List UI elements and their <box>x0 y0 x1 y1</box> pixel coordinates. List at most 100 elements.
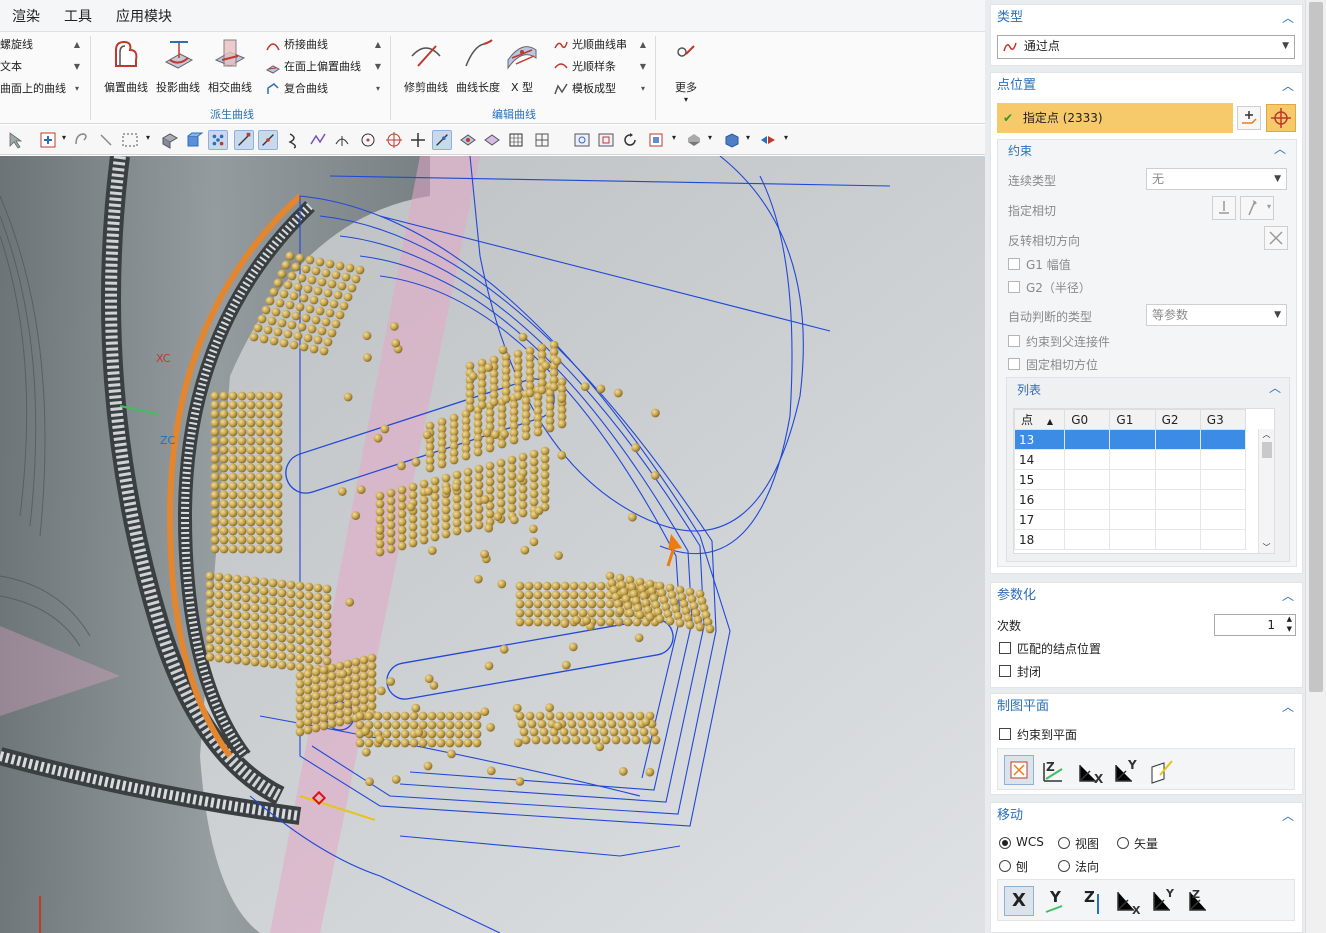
collapse-chevron-icon[interactable]: ︿ <box>1282 583 1294 609</box>
edit-scroll-up[interactable]: ▲ <box>638 34 648 56</box>
render-style-icon[interactable] <box>684 130 704 150</box>
xy-plane-icon[interactable]: Z <box>1040 757 1068 785</box>
trim-curve-button[interactable]: 修剪曲线 <box>400 36 452 95</box>
bounded-grid-snap-icon[interactable] <box>482 130 502 150</box>
table-row[interactable]: 18 <box>1014 529 1247 550</box>
point-location-header[interactable]: 点位置 ︿ <box>991 73 1302 99</box>
control-point-snap-icon[interactable] <box>284 130 304 150</box>
move-view-radio[interactable] <box>1058 837 1070 849</box>
composite-curve-item[interactable]: 复合曲线 <box>266 78 371 100</box>
collapse-chevron-icon[interactable]: ︿ <box>1274 140 1286 157</box>
quadrant-snap-icon[interactable] <box>384 130 404 150</box>
specify-point-row[interactable]: ✔ 指定点 (2333) <box>997 103 1233 133</box>
panel-scrollbar-thumb[interactable] <box>1309 2 1323 692</box>
constrain-parent-checkbox[interactable] <box>1008 335 1020 347</box>
fix-tangent-checkbox[interactable] <box>1008 358 1020 370</box>
type-section-header[interactable]: 类型 ︿ <box>991 5 1302 31</box>
custom-plane-icon[interactable] <box>1148 757 1176 785</box>
continuity-type-dropdown[interactable]: 无 ▼ <box>1146 168 1287 190</box>
collapse-chevron-icon[interactable]: ︿ <box>1282 5 1294 31</box>
zoom-window-icon[interactable] <box>596 130 616 150</box>
filter-icon[interactable] <box>38 130 58 150</box>
table-row[interactable]: 16 <box>1014 489 1247 510</box>
rotate-view-icon[interactable] <box>620 130 640 150</box>
move-yz-plane-icon[interactable]: X <box>1114 886 1144 916</box>
menu-applications[interactable]: 应用模块 <box>104 6 184 26</box>
column-header-point[interactable]: 点 ▲ <box>1014 409 1066 430</box>
move-plane-radio[interactable] <box>999 860 1011 872</box>
move-vector-radio[interactable] <box>1117 837 1129 849</box>
left-list-scroll-up[interactable]: ▲ <box>72 34 82 56</box>
grid-view-icon[interactable] <box>532 130 552 150</box>
curve-on-surface-item[interactable]: 曲面上的曲线 <box>0 78 70 100</box>
collapse-chevron-icon[interactable]: ︿ <box>1282 694 1294 720</box>
move-normal-radio[interactable] <box>1058 860 1070 872</box>
menu-tools[interactable]: 工具 <box>52 6 104 26</box>
column-header-g2[interactable]: G2 <box>1154 409 1201 430</box>
move-xz-plane-icon[interactable]: Y <box>1150 886 1180 916</box>
move-x-button[interactable]: X <box>1004 886 1034 916</box>
menu-render[interactable]: 渲染 <box>0 6 52 26</box>
collapse-chevron-icon[interactable]: ︿ <box>1282 803 1294 829</box>
derived-expand[interactable]: ▾ <box>373 78 383 100</box>
left-list-expand[interactable]: ▾ <box>72 78 82 100</box>
g1-checkbox[interactable] <box>1008 258 1020 270</box>
point-snap-button[interactable] <box>1266 104 1296 132</box>
midpoint-snap-icon[interactable] <box>258 130 278 150</box>
template-shaping-item[interactable]: 模板成型 <box>554 78 634 100</box>
stepper-arrows-icon[interactable]: ▲ ▼ <box>1287 614 1292 634</box>
project-curve-button[interactable]: 投影曲线 <box>152 36 204 95</box>
move-z-button[interactable]: Z <box>1078 886 1108 916</box>
smooth-spline-item[interactable]: 光顺样条 <box>554 56 634 78</box>
intersection-snap-icon[interactable] <box>308 130 328 150</box>
panel-scrollbar[interactable] <box>1305 0 1326 933</box>
lasso-icon[interactable] <box>72 130 92 150</box>
select-cursor-icon[interactable] <box>6 130 26 150</box>
table-row[interactable]: 17 <box>1014 509 1247 530</box>
yz-plane-icon[interactable]: X <box>1076 757 1104 785</box>
smooth-curve-string-item[interactable]: 光顺曲线串 <box>554 34 634 56</box>
body-select-icon[interactable] <box>184 130 204 150</box>
endpoint-snap-icon[interactable] <box>234 130 254 150</box>
point-on-curve-snap-icon[interactable] <box>432 130 452 150</box>
g2-checkbox[interactable] <box>1008 281 1020 293</box>
table-row[interactable]: 14 <box>1014 449 1247 470</box>
derived-scroll-down[interactable]: ▼ <box>373 56 383 78</box>
edit-scroll-down[interactable]: ▼ <box>638 56 648 78</box>
table-row[interactable]: 15 <box>1014 469 1247 490</box>
view-plane-button[interactable] <box>1004 755 1034 785</box>
collapse-chevron-icon[interactable]: ︿ <box>1282 73 1294 99</box>
tangent-vector-button[interactable] <box>1212 196 1236 220</box>
move-y-button[interactable]: Y <box>1042 886 1072 916</box>
point-snap-icon[interactable] <box>208 130 228 150</box>
section-dropdown-arrow[interactable]: ▾ <box>784 133 788 142</box>
tangent-vector-dropdown[interactable]: ▾ <box>1240 196 1274 220</box>
move-xy-plane-icon[interactable]: Z <box>1186 886 1216 916</box>
render-dropdown-arrow[interactable]: ▾ <box>708 133 712 142</box>
closed-checkbox[interactable] <box>999 665 1011 677</box>
shaded-display-icon[interactable] <box>722 130 742 150</box>
point-dialog-button[interactable] <box>1237 106 1261 130</box>
move-header[interactable]: 移动 ︿ <box>991 803 1302 829</box>
scroll-up-icon[interactable]: ︿ <box>1259 429 1274 440</box>
scroll-down-icon[interactable]: ﹀ <box>1259 542 1274 553</box>
auto-type-dropdown[interactable]: 等参数 ▼ <box>1146 304 1287 326</box>
text-item[interactable]: 文本 <box>0 56 70 78</box>
table-scrollbar[interactable]: ︿ ﹀ <box>1258 429 1274 553</box>
view-orientation-icon[interactable] <box>646 130 666 150</box>
face-select-icon[interactable] <box>160 130 180 150</box>
derived-scroll-up[interactable]: ▲ <box>373 34 383 56</box>
intersect-curve-button[interactable]: 相交曲线 <box>204 36 256 95</box>
existing-point-snap-icon[interactable] <box>408 130 428 150</box>
table-scroll-thumb[interactable] <box>1261 442 1272 458</box>
circle-center-snap-icon[interactable] <box>358 130 378 150</box>
column-header-g0[interactable]: G0 <box>1064 409 1111 430</box>
xz-plane-icon[interactable]: Y <box>1112 757 1140 785</box>
display-dropdown-arrow[interactable]: ▾ <box>746 133 750 142</box>
more-button[interactable]: 更多 ▾ <box>660 36 712 104</box>
move-wcs-radio[interactable] <box>999 837 1011 849</box>
degree-stepper[interactable]: 1 ▲ ▼ <box>1214 614 1296 636</box>
offset-curve-button[interactable]: 偏置曲线 <box>100 36 152 95</box>
graphics-viewport[interactable]: XC ZC <box>0 156 985 933</box>
zoom-fit-icon[interactable] <box>572 130 592 150</box>
